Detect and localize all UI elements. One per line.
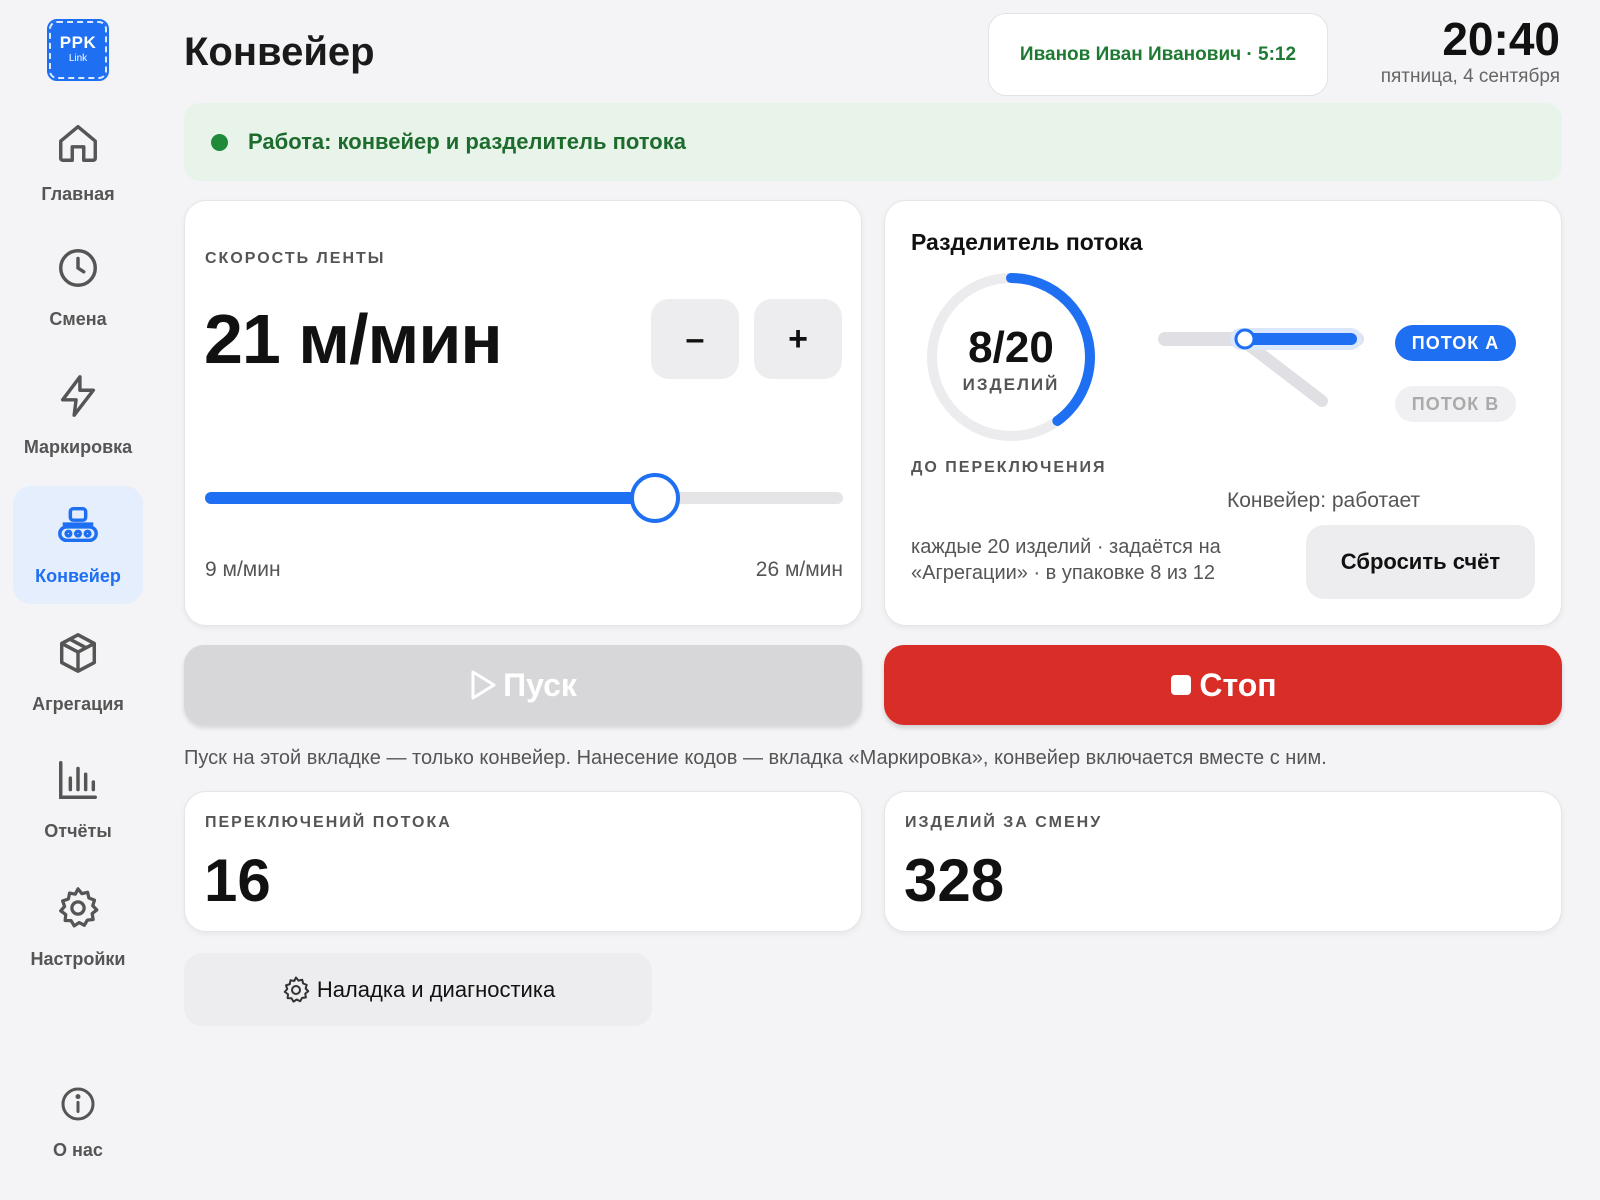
items-per-shift-label: ИЗДЕЛИЙ ЗА СМЕНУ — [905, 814, 1103, 831]
clock: 20:40 пятница, 4 сентября — [1381, 14, 1560, 88]
conveyor-state: Конвейер: работает — [1227, 489, 1421, 512]
sidebar-item-label: Маркировка — [23, 437, 133, 457]
stop-button[interactable]: Стоп — [884, 645, 1562, 725]
speed-decrease-button[interactable]: – — [651, 299, 739, 379]
home-icon — [59, 124, 97, 162]
clock-icon — [59, 249, 97, 287]
diagnostics-label: Наладка и диагностика — [316, 976, 556, 1002]
sidebar-item-home[interactable]: Главная — [13, 104, 143, 222]
bar-chart-icon — [59, 761, 97, 799]
sidebar-item-label: Настройки — [30, 949, 126, 969]
status-text: Работа: конвейер и разделитель потока — [248, 129, 686, 154]
sidebar-item-label: О нас — [53, 1140, 103, 1160]
play-icon — [471, 670, 496, 700]
sidebar-item-label: Агрегация — [32, 694, 124, 714]
stop-icon — [1171, 675, 1192, 695]
splitter-note: каждые 20 изделий · задаётся на «Агрегац… — [911, 536, 1221, 584]
logo-subtext: Link — [68, 53, 88, 64]
flow-switches-card: ПЕРЕКЛЮЧЕНИЙ ПОТОКА 16 — [184, 791, 862, 932]
speed-max-label: 26 м/мин — [755, 558, 843, 581]
belt-speed-label: СКОРОСТЬ ЛЕНТЫ — [205, 250, 386, 267]
sidebar-item-label: Конвейер — [35, 566, 121, 586]
speed-min-label: 9 м/мин — [205, 558, 281, 581]
flow-splitter-card: Разделитель потока 8/20 ИЗДЕЛИЙ ДО ПЕРЕК… — [884, 200, 1562, 626]
logo-text: PPK — [59, 33, 97, 52]
status-indicator-icon — [211, 133, 228, 151]
sidebar-item-shift[interactable]: Смена — [13, 229, 143, 347]
sidebar-item-label: Главная — [41, 184, 115, 204]
flow-b-badge: ПОТОК В — [1395, 386, 1516, 422]
sidebar-item-label: Отчёты — [44, 821, 112, 841]
speed-slider-fill — [205, 492, 656, 504]
switch-progress-count: 8/20 — [968, 323, 1054, 372]
start-button-label: Пуск — [503, 666, 577, 703]
gear-icon — [59, 887, 99, 928]
lightning-icon — [60, 375, 96, 417]
diverter-diagram-icon — [1158, 328, 1364, 407]
flow-a-badge: ПОТОК А — [1395, 325, 1516, 361]
until-switch-label: ДО ПЕРЕКЛЮЧЕНИЯ — [911, 459, 1107, 476]
speed-slider[interactable] — [205, 473, 843, 523]
speed-slider-thumb[interactable] — [630, 473, 681, 523]
sidebar-item-settings[interactable]: Настройки — [13, 869, 143, 987]
diagnostics-button[interactable]: Наладка и диагностика — [184, 953, 652, 1026]
app-logo: PPK Link — [47, 19, 109, 81]
conveyor-icon — [58, 506, 98, 543]
current-date: пятница, 4 сентября — [1380, 66, 1560, 87]
box-icon — [59, 633, 97, 673]
page-title: Конвейер — [184, 30, 375, 74]
info-icon — [61, 1087, 95, 1121]
flow-switches-label: ПЕРЕКЛЮЧЕНИЙ ПОТОКА — [205, 814, 452, 831]
switch-progress-unit: ИЗДЕЛИЙ — [962, 375, 1060, 394]
sidebar-item-about[interactable]: О нас — [13, 1074, 143, 1192]
current-time: 20:40 — [1442, 13, 1560, 65]
sidebar-item-reports[interactable]: Отчёты — [13, 741, 143, 859]
sidebar-item-label: Смена — [49, 309, 107, 329]
status-banner: Работа: конвейер и разделитель потока — [184, 103, 1562, 181]
sidebar-item-aggregation[interactable]: Агрегация — [13, 614, 143, 732]
belt-speed-card: СКОРОСТЬ ЛЕНТЫ 21 м/мин – + 9 м/мин 26 м… — [184, 200, 862, 626]
sidebar-item-conveyor[interactable]: Конвейер — [13, 486, 143, 604]
start-button[interactable]: Пуск — [184, 645, 862, 725]
start-hint: Пуск на этой вкладке — только конвейер. … — [184, 747, 1327, 769]
splitter-title: Разделитель потока — [911, 229, 1143, 255]
sidebar: PPK Link Главная Смена Маркировка Конвей… — [0, 0, 156, 1200]
items-per-shift-value: 328 — [904, 847, 1005, 914]
items-per-shift-card: ИЗДЕЛИЙ ЗА СМЕНУ 328 — [884, 791, 1562, 932]
flow-switches-value: 16 — [204, 847, 271, 914]
gear-icon — [283, 976, 310, 1003]
speed-increase-button[interactable]: + — [754, 299, 842, 379]
stop-button-label: Стоп — [1199, 666, 1277, 703]
belt-speed-value: 21 м/мин — [204, 300, 503, 378]
reset-count-button[interactable]: Сбросить счёт — [1306, 525, 1535, 599]
operator-badge: Иванов Иван Иванович · 5:12 — [988, 13, 1328, 96]
sidebar-item-marking[interactable]: Маркировка — [13, 357, 143, 475]
